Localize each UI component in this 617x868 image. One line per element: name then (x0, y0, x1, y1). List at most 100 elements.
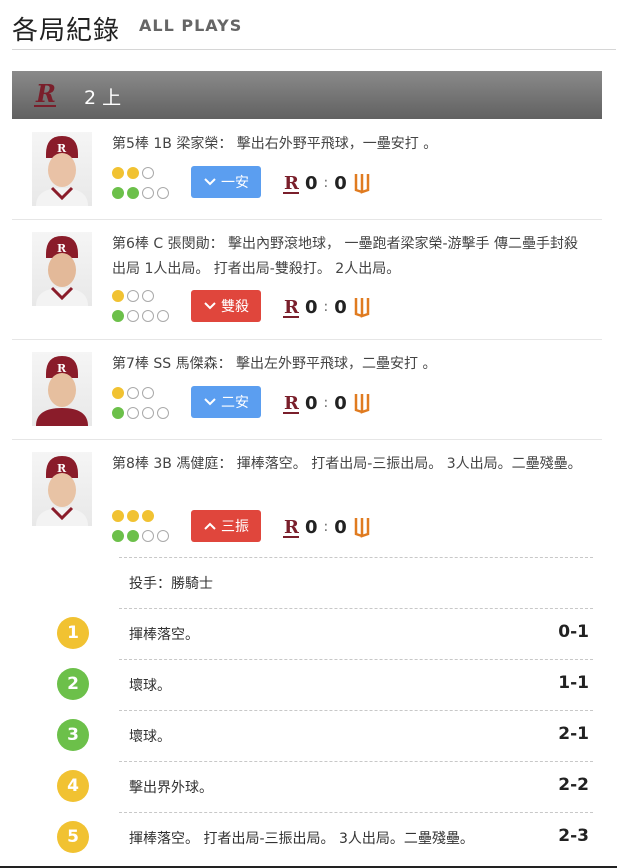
svg-text:R: R (284, 173, 299, 194)
out-dot (112, 310, 124, 322)
pitch-text: 壞球。 (129, 678, 171, 694)
balls-row (112, 167, 169, 179)
count-indicator (112, 167, 169, 207)
wei-chuan-dragons-logo-icon (354, 394, 370, 414)
away-score: 0 (305, 516, 318, 538)
pitch-row: 壞球。 2-1 (119, 710, 593, 761)
rakuten-monkeys-logo-icon: R (34, 79, 56, 112)
wei-chuan-dragons-logo-icon (354, 298, 370, 318)
pitch-count: 2-1 (558, 724, 589, 744)
inning-bar[interactable]: R 2 上 (12, 71, 602, 119)
balls-row (112, 387, 169, 399)
pitch-row: 擊出界外球。 2-2 (119, 761, 593, 812)
play-row: R 第6棒 C 張閔勛： 擊出內野滾地球， 一壘跑者梁家榮-游擊手 傳二壘手封殺… (12, 220, 602, 340)
rakuten-monkeys-logo-icon: R (283, 517, 299, 538)
wei-chuan-dragons-logo-icon (354, 174, 370, 194)
play-result-button[interactable]: 三振 (191, 510, 261, 542)
out-dot (112, 407, 124, 419)
out-dot (157, 530, 169, 542)
home-score: 0 (334, 516, 347, 538)
play-result-button[interactable]: 雙殺 (191, 290, 261, 322)
count-indicator (112, 510, 169, 550)
pitch-row: 揮棒落空。 0-1 (119, 608, 593, 659)
pitch-text: 擊出界外球。 (129, 780, 213, 796)
count-indicator (112, 290, 169, 330)
out-dot (112, 530, 124, 542)
pitch-text: 揮棒落空。 (129, 627, 199, 643)
away-score: 0 (305, 172, 318, 194)
play-description: 第5棒 1B 梁家榮： 擊出右外野平飛球，一壘安打 。 (112, 136, 438, 152)
ball-dot (142, 290, 154, 302)
chevron-down-icon (204, 302, 216, 310)
ball-dot (127, 387, 139, 399)
play-result-button[interactable]: 一安 (191, 166, 261, 198)
chevron-down-icon (204, 178, 216, 186)
pitch-count: 2-3 (558, 826, 589, 846)
out-dot (142, 187, 154, 199)
ball-dot (127, 167, 139, 179)
balls-row (112, 510, 169, 522)
pitch-row: 揮棒落空。 打者出局-三振出局。 3人出局。二壘殘壘。 2-3 (119, 812, 593, 863)
away-score: 0 (305, 392, 318, 414)
play-result-button[interactable]: 二安 (191, 386, 261, 418)
svg-text:R: R (35, 80, 56, 108)
count-indicator (112, 387, 169, 427)
pitch-count: 1-1 (558, 673, 589, 693)
out-dot (157, 310, 169, 322)
ball-dot (127, 510, 139, 522)
away-score: 0 (305, 296, 318, 318)
rakuten-monkeys-logo-icon: R (283, 393, 299, 414)
out-dot (142, 530, 154, 542)
balls-row (112, 290, 169, 302)
ball-dot (112, 290, 124, 302)
pitch-text: 壞球。 (129, 729, 171, 745)
play-result-label: 二安 (221, 395, 249, 411)
out-dot (142, 310, 154, 322)
score-separator: : (323, 519, 329, 535)
ball-dot (127, 290, 139, 302)
pitch-detail-table: 投手：勝騎士 揮棒落空。 0-1 壞球。 1-1 壞球。 2-1 擊出界外球。 … (119, 557, 593, 863)
out-dot (157, 187, 169, 199)
pitch-number-badge: 4 (57, 770, 89, 802)
pitch-number-badge: 1 (57, 617, 89, 649)
score-separator: : (323, 395, 329, 411)
play-row: R 第5棒 1B 梁家榮： 擊出右外野平飛球，一壘安打 。 一安 R 0 : 0 (12, 120, 602, 220)
player-avatar: R (32, 352, 92, 426)
ball-dot (112, 387, 124, 399)
ball-dot (142, 387, 154, 399)
rakuten-monkeys-logo-icon: R (283, 297, 299, 318)
pitch-number-badge: 5 (57, 821, 89, 853)
home-score: 0 (334, 392, 347, 414)
score-display: R 0 : 0 (283, 296, 371, 318)
chevron-down-icon (204, 398, 216, 406)
play-row-expanded: R 第8棒 3B 馮健庭： 揮棒落空。 打者出局-三振出局。 3人出局。二壘殘壘… (12, 440, 602, 865)
play-row: R 第7棒 SS 馬傑森： 擊出左外野平飛球，二壘安打 。 二安 R 0 : 0 (12, 340, 602, 440)
score-display: R 0 : 0 (283, 392, 371, 414)
rakuten-monkeys-logo-icon: R (283, 173, 299, 194)
play-result-label: 雙殺 (221, 299, 249, 315)
ball-dot (142, 167, 154, 179)
page-subtitle: ALL PLAYS (139, 16, 243, 35)
play-description: 第7棒 SS 馬傑森： 擊出左外野平飛球，二壘安打 。 (112, 356, 437, 372)
pitch-number-badge: 2 (57, 668, 89, 700)
player-avatar: R (32, 232, 92, 306)
play-result-label: 一安 (221, 175, 249, 191)
pitch-count: 0-1 (558, 622, 589, 642)
out-dot (112, 187, 124, 199)
player-avatar: R (32, 132, 92, 206)
outs-row (112, 310, 169, 322)
ball-dot (112, 510, 124, 522)
score-display: R 0 : 0 (283, 172, 371, 194)
outs-row (112, 407, 169, 419)
svg-text:R: R (284, 517, 299, 538)
play-description: 第6棒 C 張閔勛： 擊出內野滾地球， 一壘跑者梁家榮-游擊手 傳二壘手封殺出局… (112, 236, 578, 277)
svg-text:R: R (284, 297, 299, 318)
out-dot (127, 187, 139, 199)
out-dot (127, 310, 139, 322)
player-avatar: R (32, 452, 92, 526)
pitch-count: 2-2 (558, 775, 589, 795)
ball-dot (112, 167, 124, 179)
out-dot (157, 407, 169, 419)
pitcher-label: 投手：勝騎士 (129, 576, 213, 592)
wei-chuan-dragons-logo-icon (354, 518, 370, 538)
